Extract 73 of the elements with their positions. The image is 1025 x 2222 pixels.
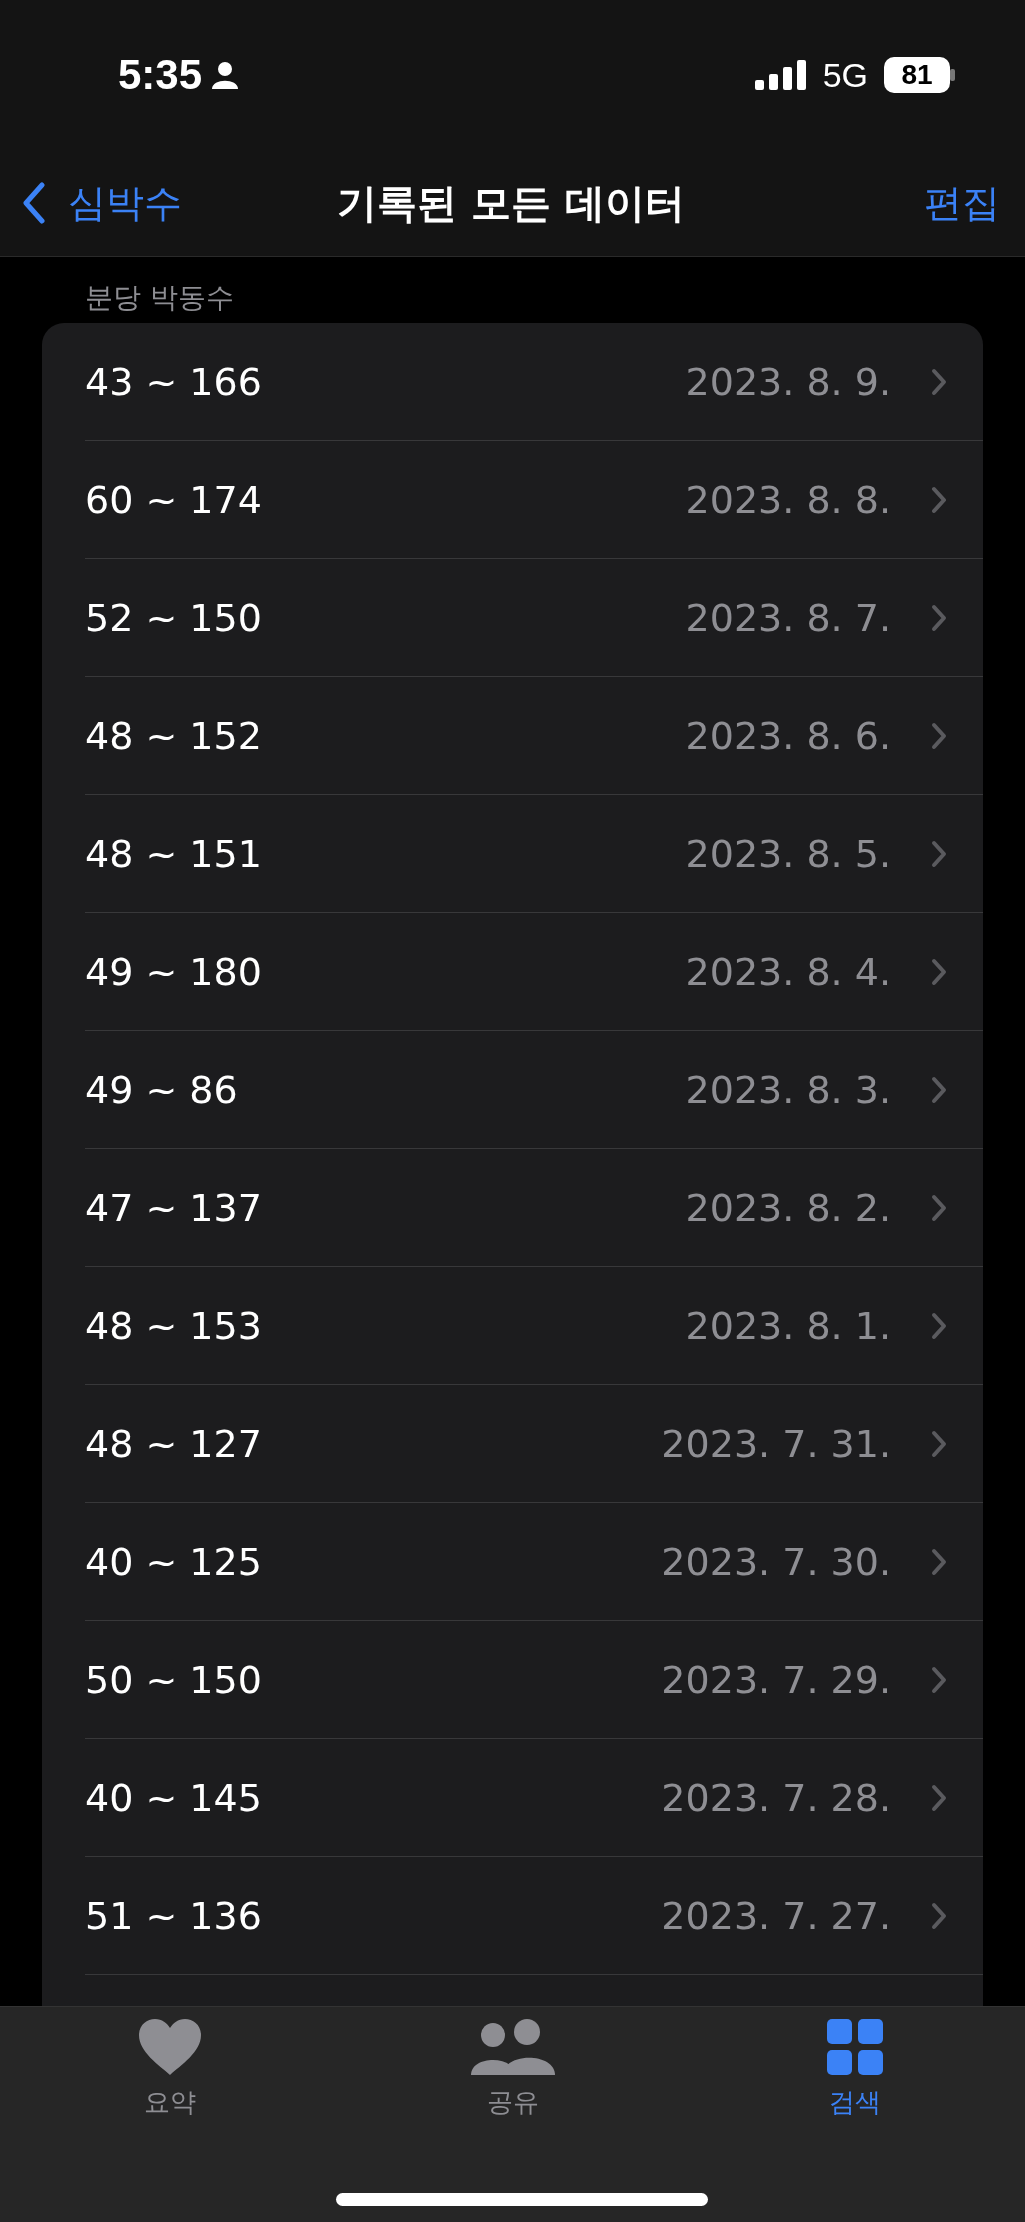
record-date: 2023. 8. 4. xyxy=(685,949,891,994)
status-time: 5:35 xyxy=(118,51,203,99)
chevron-icon xyxy=(931,1547,947,1576)
record-row[interactable]: 47 ~ 137 2023. 8. 2. xyxy=(85,1149,983,1267)
record-row[interactable]: 43 ~ 166 2023. 8. 9. xyxy=(85,323,983,441)
record-date: 2023. 7. 29. xyxy=(661,1657,891,1702)
record-row[interactable]: 51 ~ 136 2023. 7. 27. xyxy=(85,1857,983,1975)
tab-item[interactable]: 검색 xyxy=(795,2019,915,2120)
record-date: 2023. 8. 6. xyxy=(685,713,891,758)
bpm-range: 52 ~ 150 xyxy=(85,595,263,640)
bpm-range: 47 ~ 137 xyxy=(85,1185,263,1230)
edit-button[interactable]: 편집 xyxy=(924,177,1000,229)
bpm-range: 60 ~ 174 xyxy=(85,477,263,522)
bpm-range: 40 ~ 125 xyxy=(85,1539,263,1584)
bpm-range: 48 ~ 151 xyxy=(85,831,263,876)
battery-tip-icon xyxy=(950,69,955,81)
chevron-icon xyxy=(931,1193,947,1222)
record-row[interactable]: 50 ~ 150 2023. 7. 29. xyxy=(85,1621,983,1739)
battery-level: 81 xyxy=(884,57,950,93)
record-row[interactable]: 48 ~ 127 2023. 7. 31. xyxy=(85,1385,983,1503)
record-date: 2023. 8. 1. xyxy=(685,1303,891,1348)
record-row[interactable]: 40 ~ 145 2023. 7. 28. xyxy=(85,1739,983,1857)
record-date: 2023. 8. 2. xyxy=(685,1185,891,1230)
record-date: 2023. 7. 30. xyxy=(661,1539,891,1584)
record-row[interactable]: 48 ~ 153 2023. 8. 1. xyxy=(85,1267,983,1385)
network-label: 5G xyxy=(822,55,868,95)
bpm-range: 51 ~ 136 xyxy=(85,1893,263,1938)
record-date: 2023. 8. 9. xyxy=(685,359,891,404)
record-row[interactable]: 48 ~ 151 2023. 8. 5. xyxy=(85,795,983,913)
bpm-range: 49 ~ 86 xyxy=(85,1067,239,1112)
chevron-icon xyxy=(931,1311,947,1340)
section-header: 분당 박동수 xyxy=(84,280,235,316)
chevron-icon xyxy=(931,1665,947,1694)
chevron-icon xyxy=(931,839,947,868)
chevron-icon xyxy=(931,367,947,396)
tab-item[interactable]: 공유 xyxy=(452,2019,573,2120)
heart-icon xyxy=(139,2019,201,2075)
person-icon xyxy=(210,60,241,90)
record-date: 2023. 7. 27. xyxy=(661,1893,891,1938)
chevron-icon xyxy=(931,1075,947,1104)
chevron-icon xyxy=(931,721,947,750)
tab-item[interactable]: 요약 xyxy=(110,2019,230,2120)
bpm-range: 50 ~ 150 xyxy=(85,1657,263,1702)
record-date: 2023. 8. 8. xyxy=(685,477,891,522)
chevron-icon xyxy=(931,1783,947,1812)
record-row[interactable]: 52 ~ 150 2023. 8. 7. xyxy=(85,559,983,677)
bpm-range: 48 ~ 153 xyxy=(85,1303,263,1348)
bpm-range: 43 ~ 166 xyxy=(85,359,263,404)
record-date: 2023. 7. 31. xyxy=(661,1421,891,1466)
record-row[interactable]: 48 ~ 152 2023. 8. 6. xyxy=(85,677,983,795)
back-button[interactable]: 심박수 xyxy=(22,177,338,229)
grid-icon xyxy=(827,2019,883,2075)
bpm-range: 40 ~ 145 xyxy=(85,1775,263,1820)
chevron-icon xyxy=(931,603,947,632)
screen-title: 기록된 모든 데이터 xyxy=(337,178,685,228)
record-row[interactable]: 49 ~ 180 2023. 8. 4. xyxy=(85,913,983,1031)
chevron-icon xyxy=(931,485,947,514)
bpm-range: 48 ~ 152 xyxy=(85,713,263,758)
chevron-icon xyxy=(931,1901,947,1930)
record-row[interactable]: 60 ~ 174 2023. 8. 8. xyxy=(85,441,983,559)
chevron-icon xyxy=(931,1429,947,1458)
bpm-range: 49 ~ 180 xyxy=(85,949,263,994)
signal-icon xyxy=(754,60,807,90)
chevron-icon xyxy=(931,957,947,986)
record-row[interactable]: 49 ~ 86 2023. 8. 3. xyxy=(85,1031,983,1149)
record-row[interactable]: 40 ~ 125 2023. 7. 30. xyxy=(85,1503,983,1621)
bpm-range: 48 ~ 127 xyxy=(85,1421,263,1466)
record-date: 2023. 8. 3. xyxy=(685,1067,891,1112)
record-date: 2023. 7. 28. xyxy=(661,1775,891,1820)
record-date: 2023. 8. 5. xyxy=(685,831,891,876)
people-icon xyxy=(470,2019,555,2075)
back-chevron-icon xyxy=(22,182,46,224)
record-date: 2023. 8. 7. xyxy=(685,595,891,640)
